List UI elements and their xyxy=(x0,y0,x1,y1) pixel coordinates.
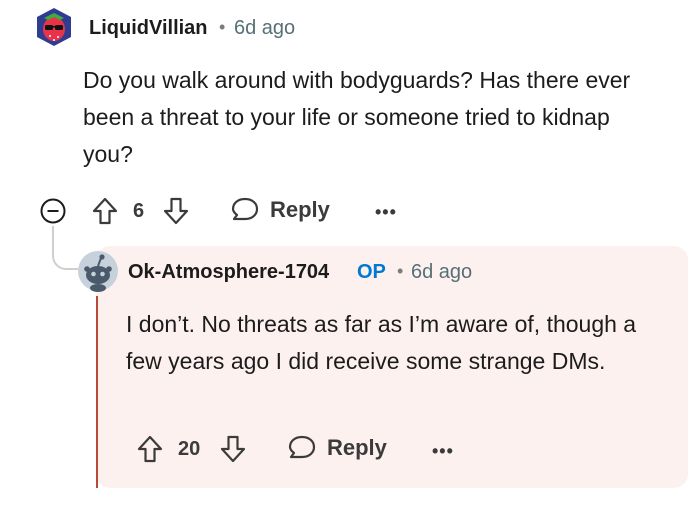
collapse-button[interactable] xyxy=(40,198,66,224)
reply-upvote-count: 20 xyxy=(178,438,201,460)
snoo-avatar-icon xyxy=(78,251,118,292)
downvote-button[interactable] xyxy=(162,196,190,226)
reply-label: Reply xyxy=(270,197,330,222)
reply-more-options-button[interactable]: ••• xyxy=(432,441,454,462)
downvote-arrow-icon xyxy=(220,435,246,463)
strawberry-avatar-icon xyxy=(37,8,71,46)
separator-dot: • xyxy=(397,261,404,281)
reply-downvote-button[interactable] xyxy=(219,434,247,464)
upvote-arrow-icon xyxy=(92,197,118,225)
downvote-arrow-icon xyxy=(163,197,189,225)
speech-bubble-icon xyxy=(231,197,259,221)
reply-label: Reply xyxy=(327,435,387,460)
upvote-arrow-icon xyxy=(137,435,163,463)
reply-thread-line xyxy=(96,296,98,488)
separator-dot: • xyxy=(219,17,226,37)
reply-reply-button[interactable]: Reply xyxy=(287,434,387,462)
more-options-button[interactable]: ••• xyxy=(375,202,397,223)
reply-username[interactable]: Ok-Atmosphere-1704 xyxy=(128,261,329,284)
reply-user-avatar[interactable] xyxy=(77,249,119,293)
minus-circle-icon xyxy=(40,198,66,224)
thread-connector xyxy=(52,226,78,270)
reply-body: I don’t. No threats as far as I’m aware … xyxy=(126,311,637,374)
reply-button[interactable]: Reply xyxy=(230,196,330,224)
reply-upvote-button[interactable] xyxy=(136,434,164,464)
op-badge: OP xyxy=(357,261,386,283)
upvote-count: 6 xyxy=(133,200,145,222)
speech-bubble-icon xyxy=(288,435,316,459)
upvote-button[interactable] xyxy=(91,196,119,226)
comment-username[interactable]: LiquidVillian xyxy=(89,17,208,40)
comment-timestamp[interactable]: 6d ago xyxy=(234,17,295,40)
reply-timestamp[interactable]: 6d ago xyxy=(411,261,472,284)
user-avatar[interactable] xyxy=(34,6,74,48)
comment-body: Do you walk around with bodyguards? Has … xyxy=(83,67,631,167)
